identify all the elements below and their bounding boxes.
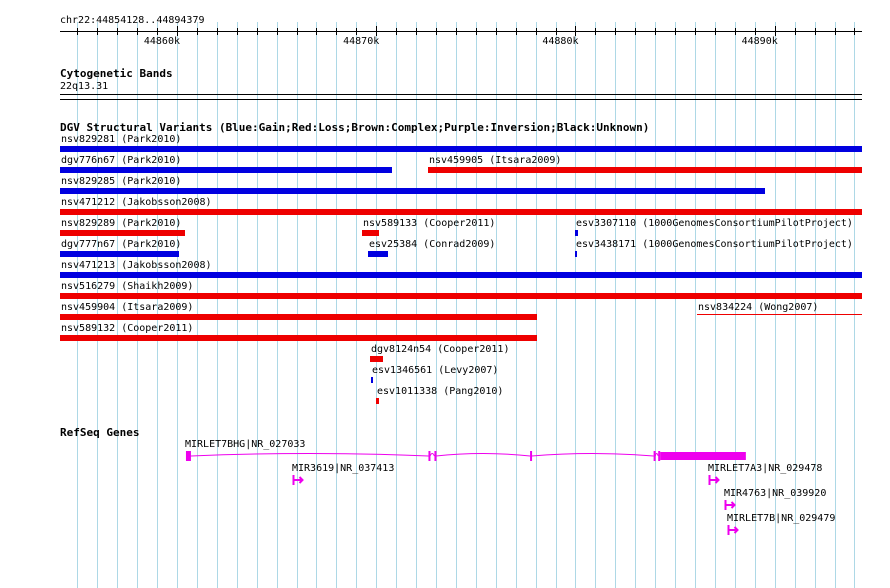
- dgv-feature-bar-loss[interactable]: [60, 335, 537, 341]
- dgv-feature-bar-loss[interactable]: [60, 230, 185, 236]
- dgv-feature-label[interactable]: nsv471212 (Jakobsson2008): [61, 197, 212, 208]
- dgv-feature-bar-loss[interactable]: [428, 167, 862, 173]
- refseq-gene-label[interactable]: MIRLET7BHG|NR_027033: [185, 439, 305, 450]
- dgv-feature-label[interactable]: esv3438171 (1000GenomesConsortiumPilotPr…: [576, 239, 853, 250]
- transcript-arrow-icon: [727, 525, 739, 535]
- exon: [653, 451, 656, 461]
- dgv-feature-bar-loss[interactable]: [60, 209, 862, 215]
- dgv-feature-bar-loss[interactable]: [370, 356, 383, 362]
- dgv-feature-label[interactable]: nsv829289 (Park2010): [61, 218, 181, 229]
- dgv-feature-bar-loss[interactable]: [60, 293, 862, 299]
- dgv-feature-bar-gain[interactable]: [60, 167, 392, 173]
- refseq-track-title: RefSeq Genes: [60, 426, 140, 439]
- dgv-feature-label[interactable]: dgv776n67 (Park2010): [61, 155, 181, 166]
- exon: [434, 451, 437, 461]
- ruler[interactable]: 44860k 44870k 44880k 44890k: [0, 0, 890, 50]
- dgv-feature-bar-loss[interactable]: [60, 314, 537, 320]
- ruler-tick-label: 44870k: [343, 36, 379, 47]
- dgv-feature-bar-gain[interactable]: [575, 230, 578, 236]
- cytoband-bar[interactable]: [60, 94, 862, 100]
- dgv-feature-label[interactable]: nsv471213 (Jakobsson2008): [61, 260, 212, 271]
- dgv-feature-bar-gain[interactable]: [60, 188, 765, 194]
- refseq-gene-label[interactable]: MIR4763|NR_039920: [724, 488, 826, 499]
- dgv-feature-label[interactable]: esv25384 (Conrad2009): [369, 239, 495, 250]
- transcript-arrow-icon: [724, 500, 736, 510]
- dgv-feature-bar-loss[interactable]: [362, 230, 379, 236]
- refseq-gene-label[interactable]: MIRLET7A3|NR_029478: [708, 463, 822, 474]
- dgv-feature-label[interactable]: dgv8124n54 (Cooper2011): [371, 344, 509, 355]
- exon: [428, 451, 431, 461]
- transcript-arrow-icon: [708, 475, 720, 485]
- dgv-feature-label[interactable]: esv3307110 (1000GenomesConsortiumPilotPr…: [576, 218, 853, 229]
- dgv-feature-label[interactable]: esv1011338 (Pang2010): [377, 386, 503, 397]
- dgv-feature-bar-gain[interactable]: [575, 251, 577, 257]
- dgv-feature-label[interactable]: nsv459905 (Itsara2009): [429, 155, 561, 166]
- refseq-gene-label[interactable]: MIRLET7B|NR_029479: [727, 513, 835, 524]
- exon: [530, 451, 533, 461]
- dgv-feature-bar-gain[interactable]: [371, 377, 373, 383]
- dgv-feature-label[interactable]: nsv834224 (Wong2007): [698, 302, 818, 313]
- refseq-gene-model[interactable]: [0, 524, 890, 544]
- exon: [185, 451, 191, 461]
- genome-browser-view: chr22:44854128..44894379 44860k 44870k 448…: [0, 0, 890, 588]
- dgv-feature-label[interactable]: nsv589132 (Cooper2011): [61, 323, 193, 334]
- dgv-track-title: DGV Structural Variants (Blue:Gain;Red:L…: [60, 121, 650, 134]
- ruler-tick-label: 44860k: [144, 36, 180, 47]
- dgv-feature-bar-gain[interactable]: [60, 251, 179, 257]
- dgv-feature-bar-gain[interactable]: [60, 272, 862, 278]
- exon: [660, 452, 746, 460]
- intron-line: [190, 453, 659, 457]
- dgv-feature-label[interactable]: nsv829281 (Park2010): [61, 134, 181, 145]
- dgv-feature-label[interactable]: dgv777n67 (Park2010): [61, 239, 181, 250]
- dgv-feature-bar-gain[interactable]: [60, 146, 862, 152]
- cytoband-track-title: Cytogenetic Bands: [60, 67, 173, 80]
- dgv-feature-bar-loss[interactable]: [376, 398, 379, 404]
- dgv-feature-label[interactable]: nsv589133 (Cooper2011): [363, 218, 495, 229]
- ruler-tick-label: 44890k: [742, 36, 778, 47]
- dgv-feature-bar-loss[interactable]: [697, 314, 862, 315]
- dgv-feature-label[interactable]: nsv516279 (Shaikh2009): [61, 281, 193, 292]
- dgv-feature-label[interactable]: nsv459904 (Itsara2009): [61, 302, 193, 313]
- cytoband-label: 22q13.31: [60, 81, 109, 92]
- dgv-feature-label[interactable]: esv1346561 (Levy2007): [372, 365, 498, 376]
- dgv-feature-label[interactable]: nsv829285 (Park2010): [61, 176, 181, 187]
- refseq-gene-label[interactable]: MIR3619|NR_037413: [292, 463, 394, 474]
- exon: [658, 451, 661, 461]
- ruler-tick-label: 44880k: [542, 36, 578, 47]
- dgv-feature-bar-gain[interactable]: [368, 251, 388, 257]
